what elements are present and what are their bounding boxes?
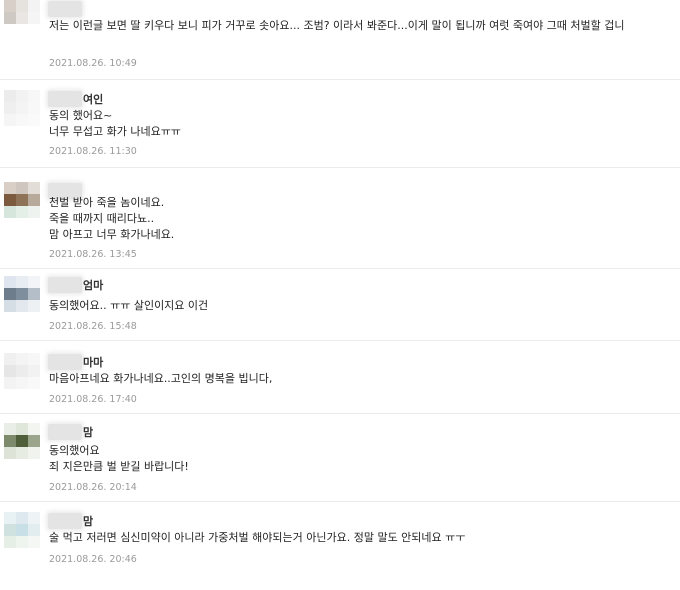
comment-divider — [0, 340, 680, 341]
comment-nickname[interactable] — [48, 1, 83, 17]
nickname-text: 맘 — [83, 426, 94, 439]
comment-item: 맘술 먹고 저러면 심신미약이 아니라 가중처벌 해야되는거 아닌가요. 정말 … — [0, 510, 680, 590]
nickname-text: 맘 — [83, 515, 94, 528]
comment-item: 저는 이런글 보면 딸 키우다 보니 피가 거꾸로 솟아요... 조범? 이라서… — [0, 0, 680, 80]
comment-divider — [0, 79, 680, 80]
comment-date: 2021.08.26. 20:46 — [49, 554, 137, 565]
nickname-blur — [48, 1, 82, 17]
avatar[interactable] — [4, 353, 40, 389]
nickname-blur — [48, 424, 82, 440]
comment-nickname[interactable]: 맘 — [48, 513, 93, 529]
nickname-blur — [48, 277, 82, 293]
comment-divider — [0, 501, 680, 502]
comment-item: 천벌 받아 죽을 놈이네요. 죽을 때까지 때리다뇨.. 맘 아프고 너무 화가… — [0, 174, 680, 260]
comment-date: 2021.08.26. 11:30 — [49, 146, 137, 157]
comment-item: 엄마동의했어요.. ㅠㅠ 살인이지요 이건 2021.08.26. 15:48 — [0, 276, 680, 356]
comment-nickname[interactable]: 마마 — [48, 354, 103, 370]
nickname-text: 마마 — [83, 356, 104, 369]
comment-divider — [0, 167, 680, 168]
avatar[interactable] — [4, 182, 40, 218]
comment-item: 마마마음아프네요 화가나네요..고인의 명복을 빕니다, 2021.08.26. … — [0, 349, 680, 429]
avatar[interactable] — [4, 0, 40, 36]
comment-divider — [0, 413, 680, 414]
comment-text: 동의했어요 죄 지은만큼 벌 받길 바랍니다! — [49, 444, 189, 473]
comment-date: 2021.08.26. 17:40 — [49, 394, 137, 405]
comment-nickname[interactable]: 엄마 — [48, 277, 103, 293]
comment-date: 2021.08.26. 10:49 — [49, 58, 137, 69]
nickname-blur — [48, 91, 82, 107]
comment-item: 맘동의했어요 죄 지은만큼 벌 받길 바랍니다! 2021.08.26. 20:1… — [0, 423, 680, 503]
avatar[interactable] — [4, 276, 40, 312]
avatar[interactable] — [4, 90, 40, 126]
nickname-text: 엄마 — [83, 279, 104, 292]
comment-text: 저는 이런글 보면 딸 키우다 보니 피가 거꾸로 솟아요... 조범? 이라서… — [49, 19, 625, 32]
comment-date: 2021.08.26. 15:48 — [49, 321, 137, 332]
comment-divider — [0, 268, 680, 269]
nickname-blur — [48, 354, 82, 370]
comment-text: 천벌 받아 죽을 놈이네요. 죽을 때까지 때리다뇨.. 맘 아프고 너무 화가… — [49, 196, 175, 241]
avatar[interactable] — [4, 423, 40, 459]
comment-date: 2021.08.26. 13:45 — [49, 249, 137, 260]
comment-nickname[interactable]: 여인 — [48, 91, 103, 107]
comment-text: 동의 했어요~ 너무 무섭고 화가 나네요ㅠㅠ — [49, 109, 181, 138]
comment-text: 마음아프네요 화가나네요..고인의 명복을 빕니다, — [49, 372, 273, 385]
nickname-text: 여인 — [83, 93, 104, 106]
comment-text: 동의했어요.. ㅠㅠ 살인이지요 이건 — [49, 299, 209, 312]
comment-nickname[interactable]: 맘 — [48, 424, 93, 440]
nickname-blur — [48, 513, 82, 529]
comment-date: 2021.08.26. 20:14 — [49, 482, 137, 493]
comment-item: 여인동의 했어요~ 너무 무섭고 화가 나네요ㅠㅠ 2021.08.26. 11:… — [0, 87, 680, 167]
comment-text: 술 먹고 저러면 심신미약이 아니라 가중처벌 해야되는거 아닌가요. 정말 말… — [49, 531, 466, 544]
avatar[interactable] — [4, 512, 40, 548]
